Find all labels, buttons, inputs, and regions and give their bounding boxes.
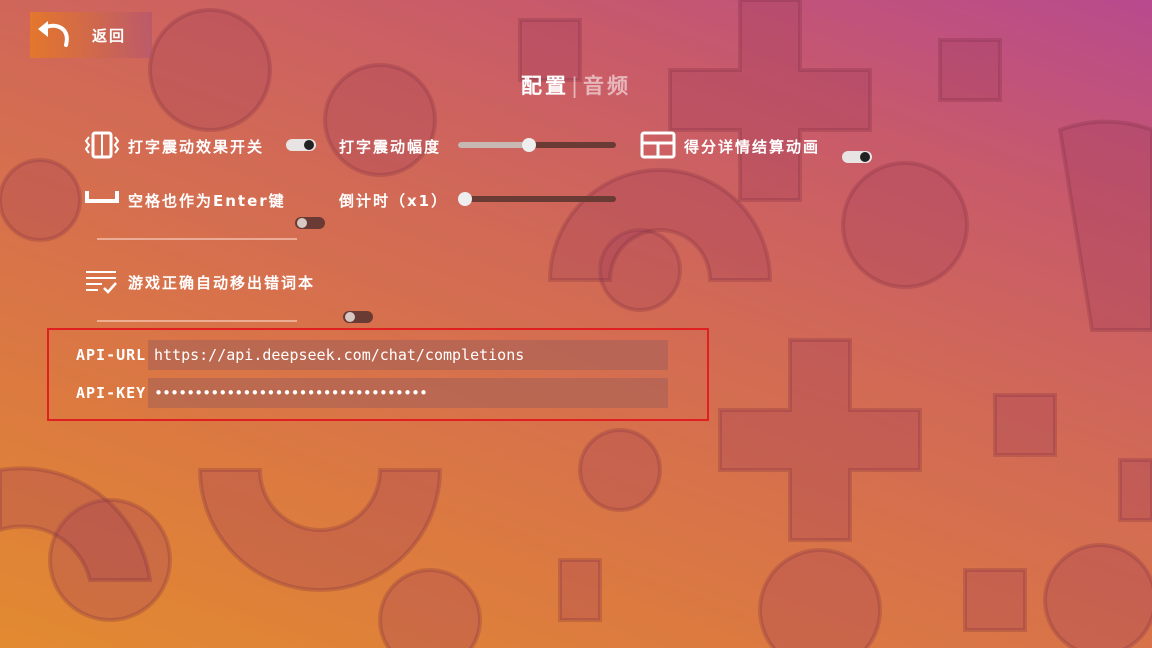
divider (97, 238, 297, 240)
phone-vibrate-icon (84, 131, 120, 159)
tab-audio[interactable]: 音频 (583, 74, 631, 98)
api-url-label: API-URL (76, 346, 147, 364)
toggle-knob (297, 218, 307, 228)
api-key-label: API-KEY (76, 384, 147, 402)
toggle-knob (860, 152, 870, 162)
space-as-enter-label: 空格也作为Enter键 (128, 192, 286, 210)
vibration-amplitude-label: 打字震动幅度 (339, 138, 442, 156)
space-bar-icon (85, 191, 119, 203)
title-separator: | (570, 74, 582, 98)
api-url-input[interactable] (148, 340, 668, 370)
slider-thumb[interactable] (522, 138, 536, 152)
slider-fill (458, 142, 529, 148)
slider-thumb[interactable] (458, 192, 472, 206)
auto-remove-mistakes-label: 游戏正确自动移出错词本 (128, 274, 316, 292)
toggle-knob (304, 140, 314, 150)
layout-panel-icon (640, 131, 676, 159)
auto-remove-mistakes-toggle[interactable] (343, 311, 373, 323)
back-label: 返回 (92, 26, 127, 45)
typing-vibration-toggle[interactable] (286, 139, 316, 151)
countdown-label: 倒计时（x1） (339, 192, 449, 210)
page-title: 配置|音频 (0, 70, 1152, 100)
space-as-enter-toggle[interactable] (295, 217, 325, 229)
divider (97, 320, 297, 322)
toggle-knob (345, 312, 355, 322)
score-detail-anim-label: 得分详情结算动画 (684, 138, 821, 156)
score-detail-anim-toggle[interactable] (842, 151, 872, 163)
tab-config[interactable]: 配置 (521, 74, 569, 98)
undo-arrow-icon (38, 21, 69, 47)
typing-vibration-label: 打字震动效果开关 (128, 138, 265, 156)
vibration-amplitude-slider[interactable] (458, 138, 616, 152)
list-check-icon (86, 271, 117, 294)
back-button[interactable]: 返回 (30, 12, 152, 58)
api-key-input[interactable] (148, 378, 668, 408)
countdown-slider[interactable] (458, 192, 616, 206)
